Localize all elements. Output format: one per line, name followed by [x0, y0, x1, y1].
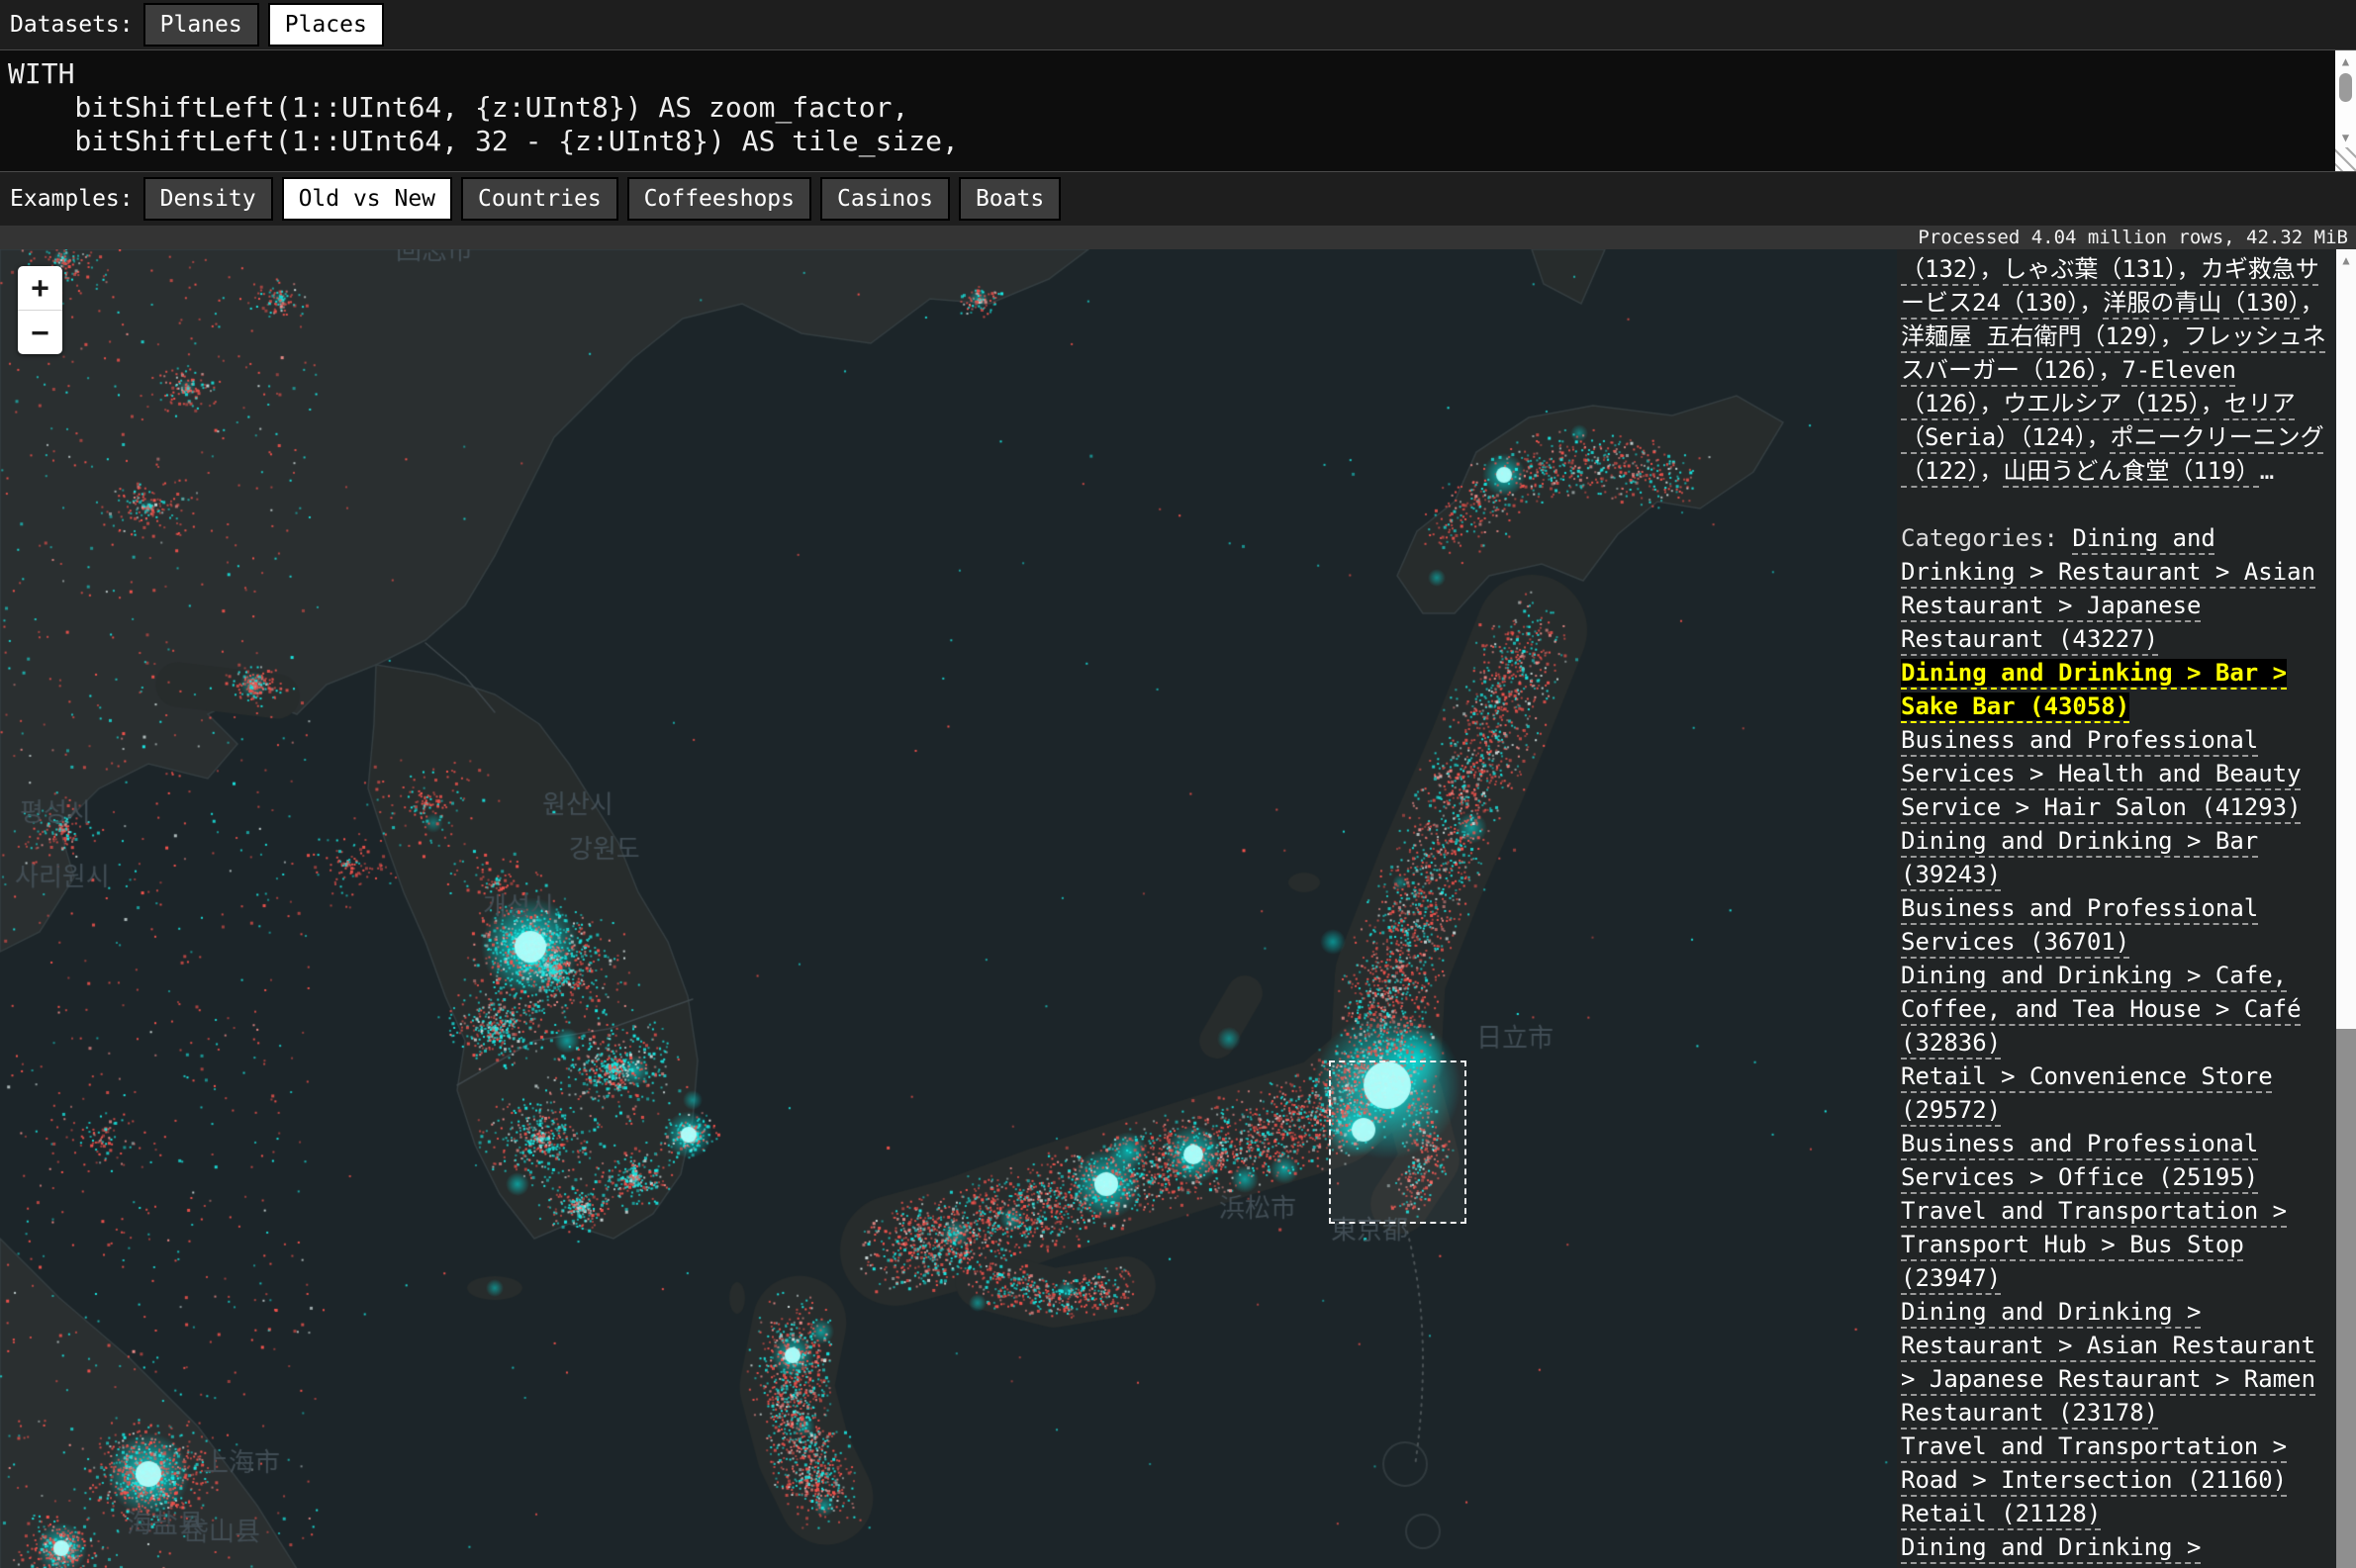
zoom-in-button[interactable]: +	[18, 266, 62, 310]
brand-link[interactable]: しゃぶ葉（131）	[2003, 255, 2176, 283]
results-sidebar: （132），しゃぶ葉（131），カギ救急サービス24（130），洋服の青山（13…	[1897, 249, 2336, 1568]
category-link[interactable]: Business and Professional Services > Hea…	[1901, 726, 2302, 821]
example-button-casinos[interactable]: Casinos	[820, 177, 950, 221]
dataset-button-places[interactable]: Places	[268, 3, 384, 46]
example-button-countries[interactable]: Countries	[461, 177, 618, 221]
category-link[interactable]: Dining and Drinking > Cafe, Coffee, and …	[1901, 962, 2302, 1057]
brand-link[interactable]: ウエルシア（125）	[2003, 390, 2200, 417]
category-link[interactable]: Dining and Drinking > Restaurant > Asian…	[1901, 1533, 2315, 1568]
categories-list: Categories: Dining and Drinking > Restau…	[1901, 521, 2332, 1568]
category-link[interactable]: Dining and Drinking > Restaurant > Asian…	[1901, 1298, 2315, 1427]
map-canvas[interactable]	[0, 249, 1897, 1568]
category-link[interactable]: Travel and Transportation > Road > Inter…	[1901, 1432, 2287, 1494]
datasets-bar: Datasets: PlanesPlaces	[0, 0, 2356, 49]
brands-list: （132），しゃぶ葉（131），カギ救急サービス24（130），洋服の青山（13…	[1901, 252, 2332, 488]
examples-bar: Examples: DensityOld vs NewCountriesCoff…	[0, 172, 2356, 226]
example-button-boats[interactable]: Boats	[959, 177, 1061, 221]
editor-scrollbar-thumb[interactable]	[2339, 73, 2352, 102]
category-link-highlighted[interactable]: Dining and Drinking > Bar > Sake Bar (43…	[1901, 659, 2287, 720]
zoom-out-button[interactable]: −	[18, 310, 62, 354]
example-button-density[interactable]: Density	[143, 177, 273, 221]
example-button-old-vs-new[interactable]: Old vs New	[282, 177, 452, 221]
brand-link[interactable]: 洋麺屋 五右衛門（129）	[1901, 323, 2160, 350]
category-link[interactable]: Retail > Convenience Store (29572)	[1901, 1062, 2273, 1124]
resize-grip-icon[interactable]	[2335, 147, 2356, 171]
brand-link[interactable]: （132）	[1901, 255, 1979, 283]
dataset-button-planes[interactable]: Planes	[143, 3, 259, 46]
scroll-down-icon[interactable]: ▼	[2335, 131, 2356, 144]
query-editor[interactable]: WITH bitShiftLeft(1::UInt64, {z:UInt8}) …	[0, 50, 2356, 158]
brand-link[interactable]: 洋服の青山（130）	[2103, 289, 2300, 317]
editor-scrollbar[interactable]: ▲ ▼	[2335, 50, 2356, 171]
main-region: + − （132），しゃぶ葉（131），カギ救急サービス24（130），洋服の青…	[0, 249, 2356, 1568]
query-editor-area: WITH bitShiftLeft(1::UInt64, {z:UInt8}) …	[0, 49, 2356, 172]
map-selection-rect	[1329, 1061, 1466, 1224]
datasets-label: Datasets:	[10, 12, 134, 38]
status-bar: Processed 4.04 million rows, 42.32 MiB	[0, 226, 2356, 249]
brand-link[interactable]: 山田うどん食堂（119）	[2003, 457, 2259, 485]
example-button-coffeeshops[interactable]: Coffeeshops	[627, 177, 811, 221]
status-text: Processed 4.04 million rows, 42.32 MiB	[1918, 227, 2348, 248]
categories-label: Categories:	[1901, 524, 2072, 552]
scroll-up-icon[interactable]: ▲	[2335, 54, 2356, 68]
category-link[interactable]: Business and Professional Services (3670…	[1901, 894, 2258, 956]
category-link[interactable]: Business and Professional Services > Off…	[1901, 1130, 2258, 1191]
page-scrollbar-thumb[interactable]	[2336, 1029, 2356, 1568]
datasets-buttons: PlanesPlaces	[143, 3, 384, 46]
map-zoom-control: + −	[18, 266, 62, 354]
category-link[interactable]: Dining and Drinking > Bar (39243)	[1901, 827, 2258, 888]
page-scrollbar[interactable]: ▲	[2336, 249, 2356, 1568]
app-window: Datasets: PlanesPlaces WITH bitShiftLeft…	[0, 0, 2356, 1568]
examples-label: Examples:	[10, 186, 134, 212]
category-link[interactable]: Travel and Transportation > Transport Hu…	[1901, 1197, 2287, 1292]
examples-buttons: DensityOld vs NewCountriesCoffeeshopsCas…	[143, 177, 1062, 221]
scroll-up-icon[interactable]: ▲	[2336, 253, 2356, 267]
category-link[interactable]: Retail (21128)	[1901, 1500, 2101, 1527]
map-panel: + −	[0, 249, 1897, 1568]
